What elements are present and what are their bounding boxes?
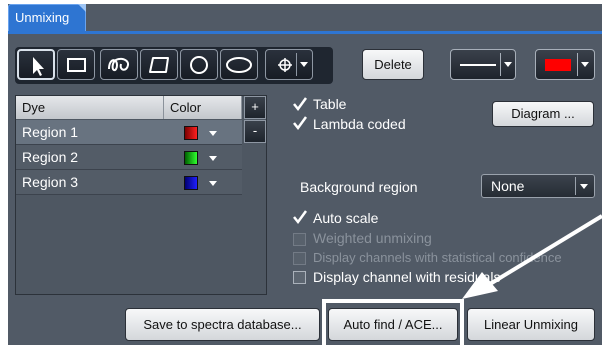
callout-arrow-icon bbox=[462, 214, 604, 299]
